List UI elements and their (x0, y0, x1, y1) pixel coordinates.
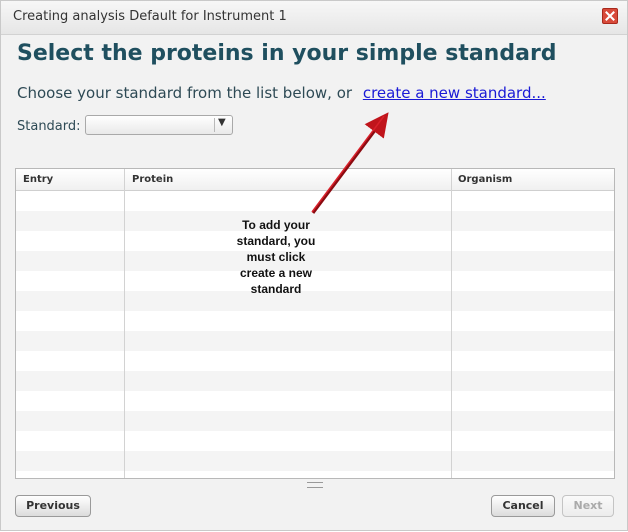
cancel-button[interactable]: Cancel (491, 495, 555, 517)
close-icon[interactable] (602, 8, 618, 24)
next-button[interactable]: Next (562, 495, 614, 517)
table-row[interactable] (16, 331, 614, 351)
instruction-text: Choose your standard from the list below… (17, 84, 546, 102)
standard-dropdown[interactable]: ▼ (85, 115, 233, 135)
column-header-entry[interactable]: Entry (23, 174, 53, 185)
column-header-organism[interactable]: Organism (458, 174, 512, 185)
table-row[interactable] (16, 431, 614, 451)
dialog-window: Creating analysis Default for Instrument… (0, 0, 628, 531)
annotation-callout: To add your standard, you must click cre… (217, 217, 335, 297)
table-row[interactable] (16, 471, 614, 478)
annotation-line: create a new (239, 266, 313, 280)
dropdown-separator (214, 118, 215, 132)
instruction-label: Choose your standard from the list below… (17, 84, 353, 102)
column-divider[interactable] (124, 169, 125, 478)
table-row[interactable] (16, 371, 614, 391)
create-new-standard-link[interactable]: create a new standard... (363, 84, 546, 102)
table-header: Entry Protein Organism (16, 169, 614, 191)
previous-button[interactable]: Previous (15, 495, 91, 517)
window-title: Creating analysis Default for Instrument… (13, 9, 287, 24)
title-bar: Creating analysis Default for Instrument… (1, 1, 627, 35)
annotation-line: standard (250, 282, 302, 296)
annotation-line: must click (246, 250, 306, 264)
annotation-line: standard, you (236, 234, 316, 248)
table-row[interactable] (16, 391, 614, 411)
column-divider[interactable] (451, 169, 452, 478)
page-title: Select the proteins in your simple stand… (17, 41, 557, 66)
table-row[interactable] (16, 411, 614, 431)
table-row[interactable] (16, 311, 614, 331)
table-row[interactable] (16, 451, 614, 471)
standard-label: Standard: (17, 119, 81, 134)
chevron-down-icon[interactable]: ▼ (218, 117, 226, 128)
table-row[interactable] (16, 191, 614, 211)
annotation-line: To add your (242, 218, 310, 232)
column-header-protein[interactable]: Protein (132, 174, 173, 185)
resize-grip-icon[interactable] (307, 482, 323, 488)
table-row[interactable] (16, 351, 614, 371)
protein-table[interactable]: Entry Protein Organism (15, 168, 615, 479)
